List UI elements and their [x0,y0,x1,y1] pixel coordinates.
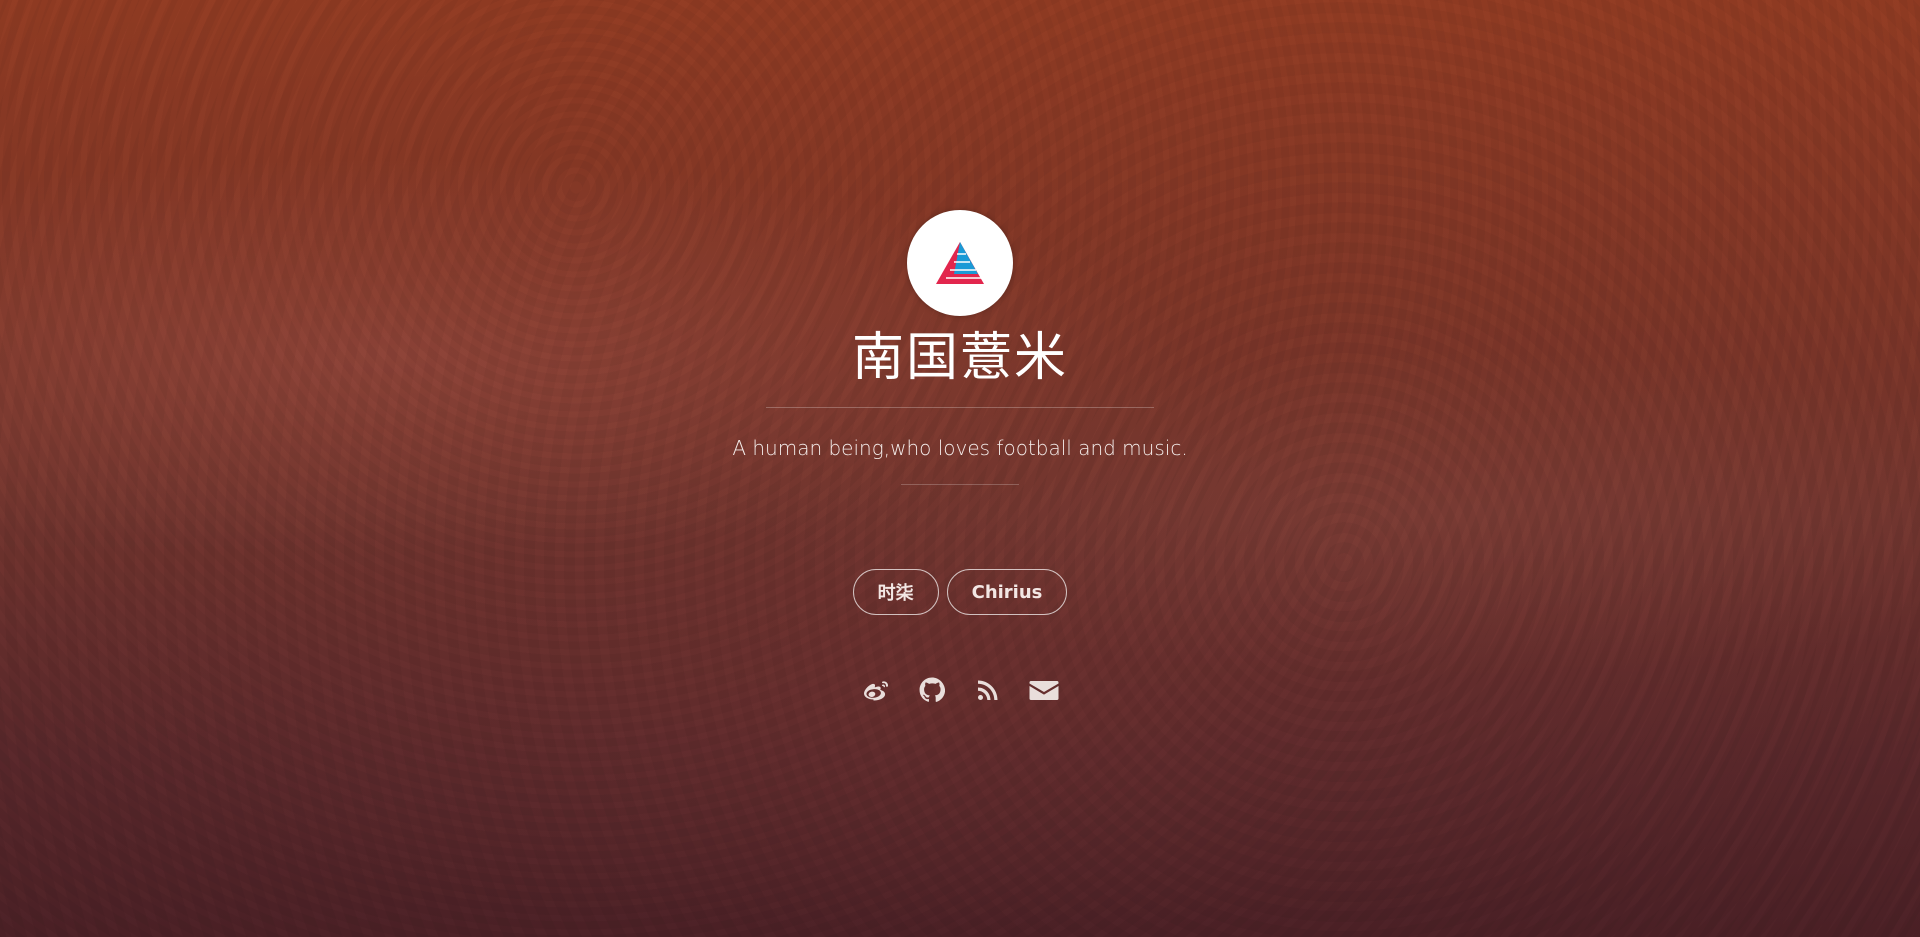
divider [766,407,1154,409]
divider-short [901,484,1019,486]
site-title: 南国薏米 [851,328,1068,388]
avatar[interactable] [907,210,1013,316]
triangle-logo-icon [936,242,984,284]
github-icon[interactable] [917,675,947,705]
nav-button-chirius[interactable]: Chirius [946,569,1068,616]
tagline: A human being,who loves football and mus… [732,436,1188,461]
weibo-icon[interactable] [861,675,891,705]
email-icon[interactable] [1029,675,1059,705]
nav-buttons: 时柒 Chirius [852,569,1068,616]
rss-icon[interactable] [973,675,1003,705]
social-links [861,675,1059,705]
nav-button-shiqi[interactable]: 时柒 [852,569,939,616]
hero-section: 南国薏米 A human being,who loves football an… [0,0,1920,705]
